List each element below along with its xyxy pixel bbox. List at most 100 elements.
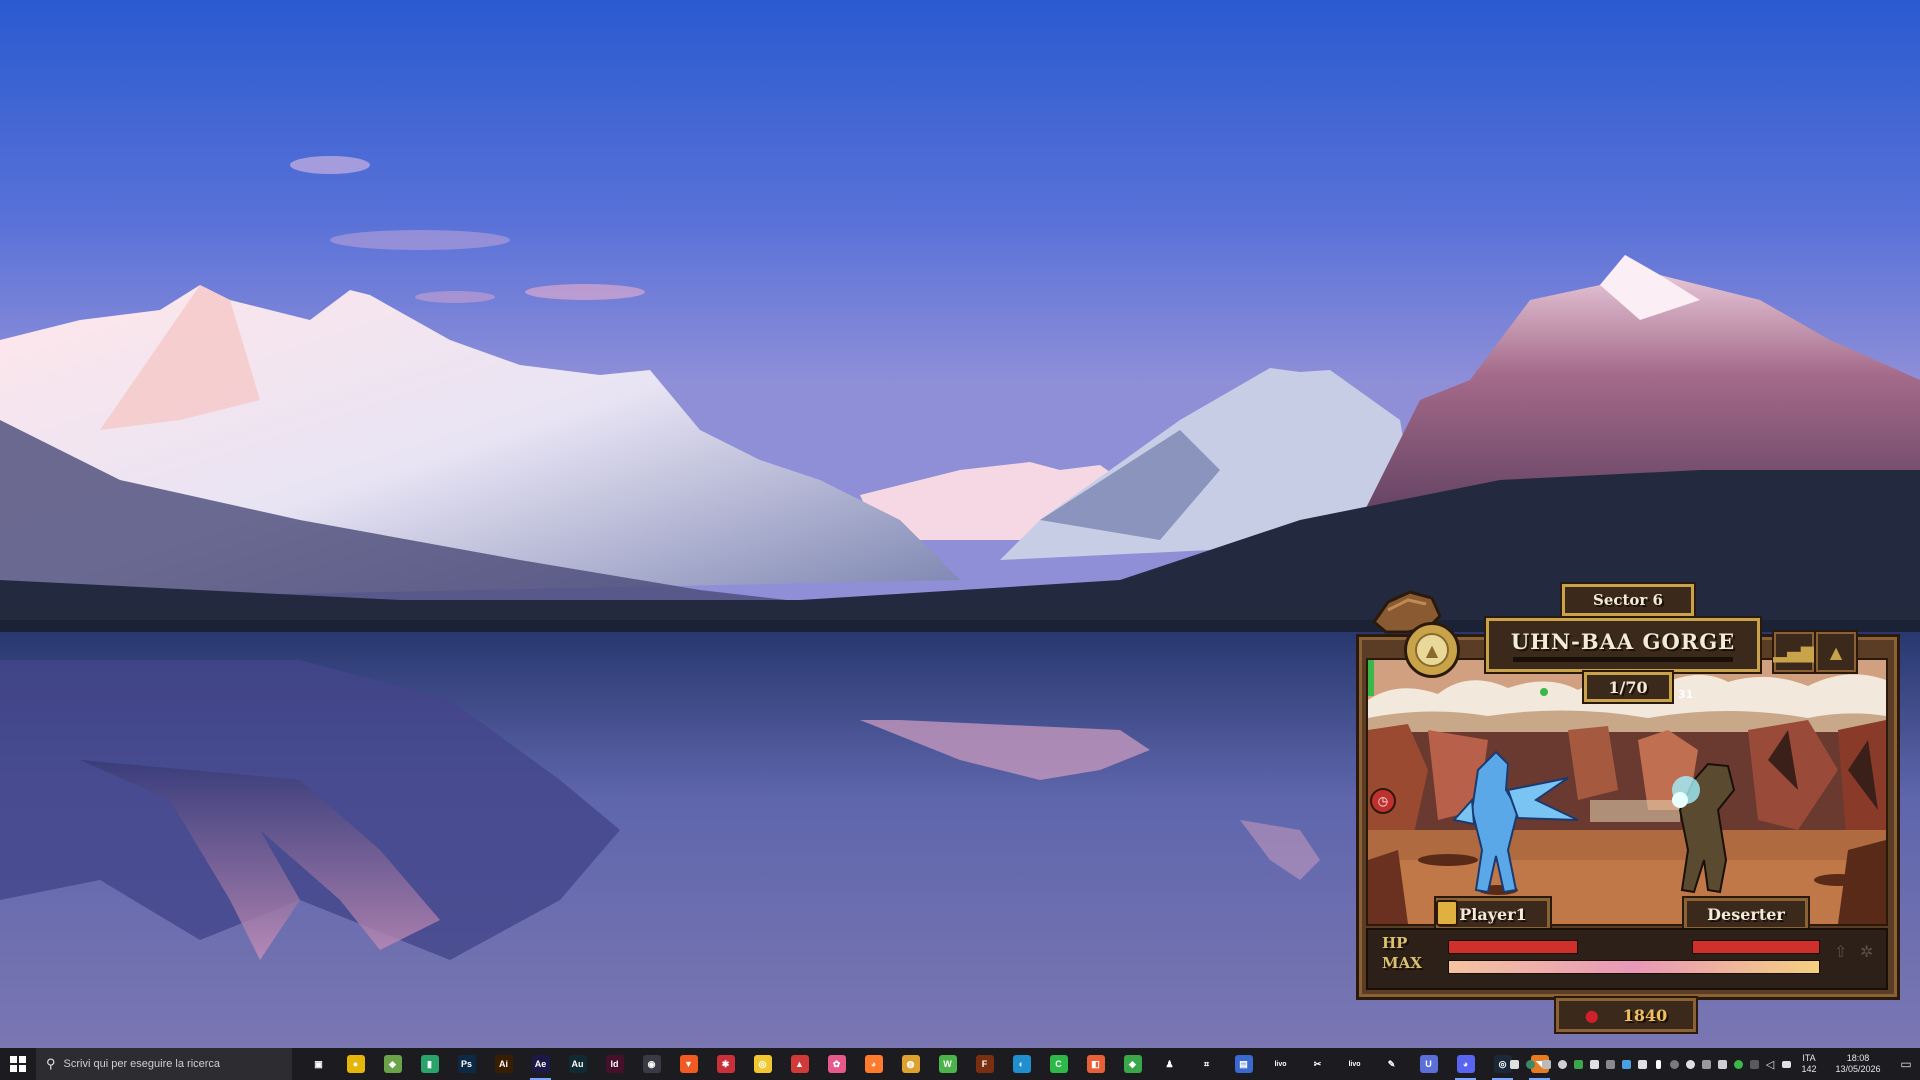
taskbar-app-recorder[interactable]: ✱ (707, 1048, 744, 1080)
tray-icon-6[interactable] (1586, 1048, 1602, 1080)
taskbar-app-search-tool[interactable]: ◎ (744, 1048, 781, 1080)
taskbar-app-chrome[interactable]: ◍ (892, 1048, 929, 1080)
tray-icon-12[interactable] (1698, 1048, 1714, 1080)
taskbar-app-app-figure[interactable]: ♟ (1151, 1048, 1188, 1080)
clock[interactable]: 18:08 13/05/2026 (1824, 1053, 1892, 1075)
app-folder-icon: ◆ (383, 1055, 402, 1073)
skill-orb-button[interactable]: ▲ (1404, 622, 1460, 678)
player-name: Player1 (1459, 904, 1527, 924)
tray-icon-8[interactable] (1618, 1048, 1634, 1080)
taskbar-app-photoshop[interactable]: Ps (448, 1048, 485, 1080)
tray-icon-2[interactable] (1522, 1048, 1538, 1080)
taskbar-app-color-app[interactable]: ✿ (818, 1048, 855, 1080)
taskbar-app-edge[interactable]: ◐ (1003, 1048, 1040, 1080)
enemy-nameplate: Deserter (1684, 898, 1808, 930)
taskbar-app-illustrator[interactable]: Ai (485, 1048, 522, 1080)
network-icon[interactable] (1778, 1048, 1794, 1080)
taskbar-search[interactable]: ⚲ Scrivi qui per eseguire la ricerca (36, 1048, 292, 1080)
tray-icon-4[interactable] (1554, 1048, 1570, 1080)
taskbar-app-chrome-canary[interactable]: ● (337, 1048, 374, 1080)
max-bar (1449, 961, 1819, 973)
taskbar-app-discord[interactable]: ◕ (1447, 1048, 1484, 1080)
taskbar-app-openshot[interactable]: ◧ (1077, 1048, 1114, 1080)
location-name: UHN-BAA GORGE (1510, 628, 1736, 654)
taskbar-app-affinity[interactable]: ▲ (781, 1048, 818, 1080)
timer-icon[interactable]: ◷ (1370, 788, 1396, 814)
livo-2-icon: livo (1345, 1055, 1364, 1073)
affinity-icon: ▲ (790, 1055, 809, 1073)
color-app-icon: ✿ (827, 1055, 846, 1073)
fl-app-icon: F (975, 1055, 994, 1073)
audio-levels-icon: ▮ (420, 1055, 439, 1073)
tray-icon-9[interactable] (1634, 1048, 1650, 1080)
enemy-hp-track (1692, 940, 1820, 954)
start-button[interactable] (0, 1048, 36, 1080)
enemy-hp-bar (1693, 941, 1819, 953)
notification-icon[interactable]: ▭ (1892, 1048, 1920, 1080)
taskbar-app-audio-levels[interactable]: ▮ (411, 1048, 448, 1080)
taskbar-app-camtasia[interactable]: C (1040, 1048, 1077, 1080)
tray-icon-10[interactable] (1666, 1048, 1682, 1080)
bar-chart-icon: ▂▄▆ (1773, 641, 1815, 663)
taskbar: ⚲ Scrivi qui per eseguire la ricerca ▣ ● ◆… (0, 1048, 1920, 1080)
language-indicator[interactable]: ITA 142 (1794, 1053, 1824, 1075)
game-widget[interactable]: 31 ◷ Sector 6 UHN-BAA GORGE 1/70 ▲ ▂▄▆ ▲… (1352, 580, 1900, 1032)
taskbar-app-window-app[interactable]: ▤ (1225, 1048, 1262, 1080)
lantern-icon (1436, 900, 1458, 926)
tray-icon-15[interactable] (1746, 1048, 1762, 1080)
taskbar-app-audition[interactable]: Au (559, 1048, 596, 1080)
language-code: ITA (1802, 1053, 1816, 1063)
taskbar-app-app-folder[interactable]: ◆ (374, 1048, 411, 1080)
audition-icon: Au (568, 1055, 587, 1073)
tray-icon-11[interactable] (1682, 1048, 1698, 1080)
emblem-icon: ▲ (1415, 633, 1449, 667)
gear-icon[interactable]: ✲ (1860, 942, 1873, 961)
tray-icon-3[interactable] (1538, 1048, 1554, 1080)
pen-app-icon: ✎ (1382, 1055, 1401, 1073)
illustrator-icon: Ai (494, 1055, 513, 1073)
task-view-icon: ▣ (309, 1055, 328, 1073)
blood-drop-icon: ● (1584, 1005, 1599, 1025)
taskbar-app-after-effects[interactable]: Ae (522, 1048, 559, 1080)
taskbar-app-davinci[interactable]: ◉ (633, 1048, 670, 1080)
taskbar-app-firefox[interactable]: ◕ (855, 1048, 892, 1080)
indesign-icon: Id (605, 1055, 624, 1073)
windows-logo-icon (10, 1056, 26, 1072)
recorder-icon: ✱ (716, 1055, 735, 1073)
sector-label: Sector 6 (1592, 591, 1663, 609)
taskbar-app-pen-app[interactable]: ✎ (1373, 1048, 1410, 1080)
taskbar-app-indesign[interactable]: Id (596, 1048, 633, 1080)
taskbar-app-livo-1[interactable]: livo (1262, 1048, 1299, 1080)
tray-icon-13[interactable] (1714, 1048, 1730, 1080)
microphone-icon[interactable] (1650, 1048, 1666, 1080)
taskbar-app-task-view[interactable]: ▣ (300, 1048, 337, 1080)
stats-button[interactable]: ▂▄▆ (1773, 632, 1815, 672)
taskbar-app-livo-2[interactable]: livo (1336, 1048, 1373, 1080)
app-figure-icon: ♟ (1160, 1055, 1179, 1073)
taskbar-apps: ▣ ● ◆ ▮ Ps Ai Ae Au Id ◉ ▼ ✱ ◎ ▲ ✿ ◕ ◍ W F ◐ C ◧ ◆ ♟ ⌗ ▤ livo ✂ livo… (300, 1048, 1558, 1080)
chrome-canary-icon: ● (346, 1055, 365, 1073)
taskbar-app-capcut[interactable]: ✂ (1299, 1048, 1336, 1080)
taskbar-app-u-app[interactable]: U (1410, 1048, 1447, 1080)
taskbar-app-crop-tool[interactable]: ⌗ (1188, 1048, 1225, 1080)
firefox-icon: ◕ (864, 1055, 883, 1073)
taskbar-app-fl-app[interactable]: F (966, 1048, 1003, 1080)
tray-icon-5[interactable] (1570, 1048, 1586, 1080)
tray-icon-1[interactable] (1506, 1048, 1522, 1080)
search-placeholder: Scrivi qui per eseguire la ricerca (63, 1058, 221, 1070)
photoshop-icon: Ps (457, 1055, 476, 1073)
window-app-icon: ▤ (1234, 1055, 1253, 1073)
camtasia-icon: C (1049, 1055, 1068, 1073)
tray-icon-14[interactable] (1730, 1048, 1746, 1080)
max-track (1448, 960, 1820, 974)
taskbar-app-android[interactable]: ◆ (1114, 1048, 1151, 1080)
collapse-button[interactable]: ▲ (1816, 632, 1856, 672)
after-effects-icon: Ae (531, 1055, 550, 1073)
taskbar-app-brave[interactable]: ▼ (670, 1048, 707, 1080)
volume-icon[interactable]: ◁ (1762, 1048, 1778, 1080)
taskbar-app-webtoon[interactable]: W (929, 1048, 966, 1080)
wave-counter: 1/70 (1608, 677, 1648, 697)
upgrade-arrow-icon[interactable]: ⇧ (1834, 942, 1847, 961)
tray-icon-7[interactable] (1602, 1048, 1618, 1080)
search-tool-icon: ◎ (753, 1055, 772, 1073)
